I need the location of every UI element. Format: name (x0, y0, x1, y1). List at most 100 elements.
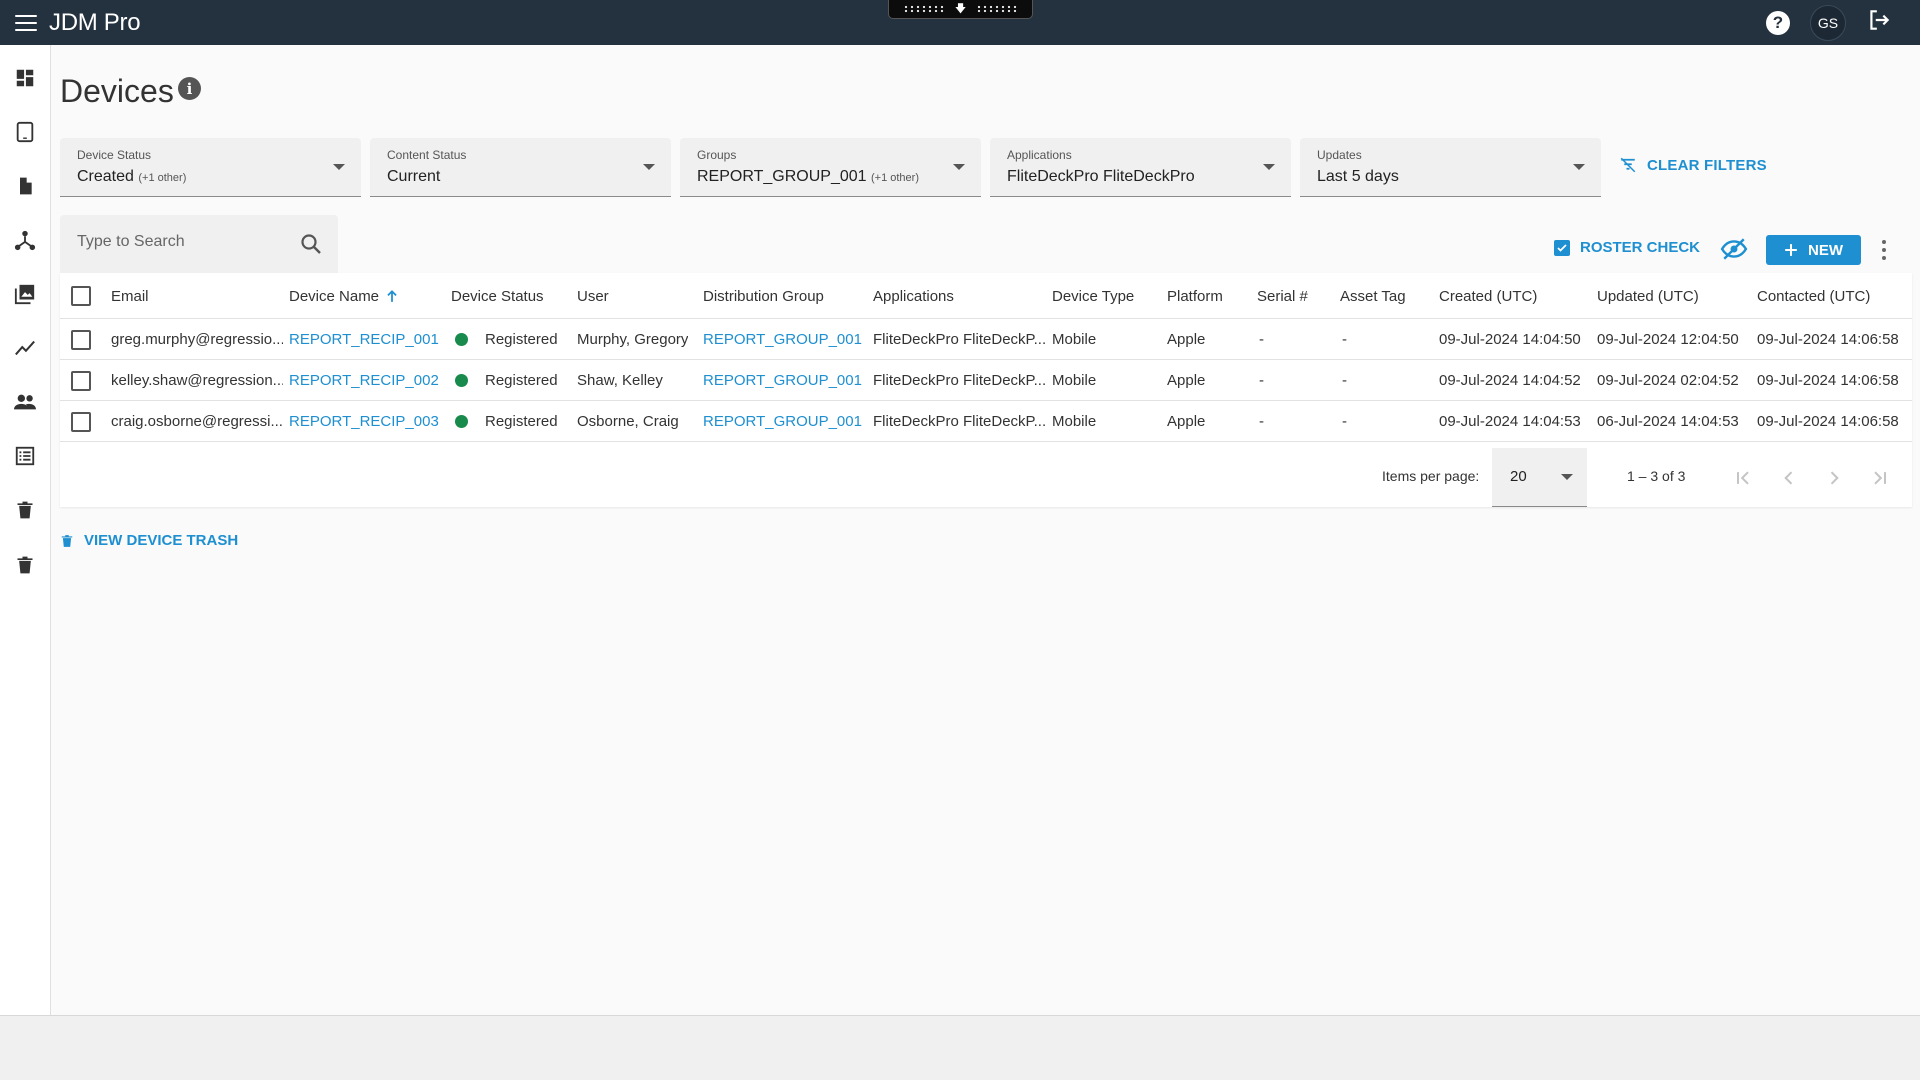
cell-platform: Apple (1167, 331, 1206, 348)
column-header-applications[interactable]: Applications (873, 273, 954, 319)
main-content: Devices i Device Status Created (+1 othe… (51, 45, 1920, 1015)
cell-updated: 09-Jul-2024 12:04:50 (1597, 331, 1739, 348)
view-device-trash-label: VIEW DEVICE TRASH (84, 532, 239, 549)
cell-device-name-link[interactable]: REPORT_RECIP_001 (289, 319, 439, 360)
sidebar-item-devices[interactable] (13, 120, 37, 144)
view-device-trash-link[interactable]: VIEW DEVICE TRASH (60, 532, 238, 549)
sidebar-item-dashboard[interactable] (13, 66, 37, 90)
cell-contacted: 09-Jul-2024 14:06:58 (1757, 372, 1899, 389)
filter-label: Content Status (387, 148, 467, 162)
filter-value: FliteDeckPro FliteDeckPro (1007, 168, 1195, 185)
table-row: craig.osborne@regressi... REPORT_RECIP_0… (60, 401, 1912, 442)
column-header-device-name[interactable]: Device Name (289, 273, 399, 319)
last-page-button[interactable] (1865, 463, 1895, 493)
row-checkbox[interactable] (71, 329, 91, 350)
filter-device-status[interactable]: Device Status Created (+1 other) (60, 138, 361, 197)
avatar[interactable]: GS (1810, 4, 1846, 41)
arrow-down-icon: 🡇 (954, 2, 967, 15)
row-checkbox[interactable] (71, 370, 91, 391)
filter-value: Created (+1 other) (77, 168, 187, 185)
cell-group-link[interactable]: REPORT_GROUP_001 (703, 401, 862, 442)
cell-group-link[interactable]: REPORT_GROUP_001 (703, 319, 862, 360)
page-title: Devices (60, 73, 174, 109)
next-page-button[interactable] (1819, 463, 1849, 493)
column-header-contacted[interactable]: Contacted (UTC) (1757, 273, 1870, 319)
column-header-device-status[interactable]: Device Status (451, 273, 544, 319)
filter-applications[interactable]: Applications FliteDeckPro FliteDeckPro (990, 138, 1291, 197)
row-checkbox[interactable] (71, 411, 91, 432)
column-header-distribution-group[interactable]: Distribution Group (703, 273, 824, 319)
filter-off-icon (1620, 157, 1636, 173)
page-range: 1 – 3 of 3 (1627, 468, 1686, 484)
cell-device-name-link[interactable]: REPORT_RECIP_002 (289, 360, 439, 401)
sidebar-item-trash[interactable] (13, 498, 37, 522)
more-options-icon[interactable] (1879, 238, 1889, 262)
filter-updates[interactable]: Updates Last 5 days (1300, 138, 1601, 197)
document-icon (20, 177, 32, 195)
caret-down-icon (333, 164, 345, 170)
sidebar-item-media[interactable] (13, 282, 37, 306)
sidebar-item-lists[interactable] (13, 444, 37, 468)
cell-device-type: Mobile (1052, 372, 1097, 389)
cell-device-name-link[interactable]: REPORT_RECIP_003 (289, 401, 439, 442)
drag-handle[interactable]: 🡇 (888, 0, 1033, 19)
first-page-button[interactable] (1728, 463, 1758, 493)
status-text: Registered (485, 413, 558, 430)
sidebar (0, 45, 51, 1015)
column-header-user[interactable]: User (577, 273, 609, 319)
cell-asset-tag: - (1342, 331, 1347, 348)
clear-filters-button[interactable]: CLEAR FILTERS (1619, 156, 1767, 174)
previous-page-button[interactable] (1774, 463, 1804, 493)
sidebar-item-documents[interactable] (13, 174, 37, 198)
trash-icon (17, 556, 33, 574)
column-header-asset-tag[interactable]: Asset Tag (1340, 273, 1406, 319)
column-header-serial[interactable]: Serial # (1257, 273, 1308, 319)
search-icon[interactable] (299, 232, 323, 256)
info-icon[interactable]: i (178, 77, 201, 100)
sidebar-item-distribution[interactable] (13, 228, 37, 252)
help-icon[interactable]: ? (1766, 10, 1790, 35)
column-header-device-type[interactable]: Device Type (1052, 273, 1134, 319)
list-icon (15, 446, 35, 466)
cell-device-status: Registered (455, 360, 558, 401)
filter-content-status[interactable]: Content Status Current (370, 138, 671, 197)
search-input[interactable] (77, 233, 287, 251)
grip-dots-icon (902, 5, 945, 13)
column-header-updated[interactable]: Updated (UTC) (1597, 273, 1699, 319)
cell-device-status: Registered (455, 401, 558, 442)
tablet-icon (16, 121, 34, 143)
hide-columns-button[interactable] (1720, 236, 1748, 267)
filter-label: Updates (1317, 148, 1362, 162)
select-all-checkbox[interactable] (71, 286, 91, 306)
sidebar-item-trash-2[interactable] (13, 553, 37, 577)
filter-label: Groups (697, 148, 737, 162)
column-header-platform[interactable]: Platform (1167, 273, 1223, 319)
items-per-page-select[interactable]: 20 (1492, 448, 1587, 507)
column-header-created[interactable]: Created (UTC) (1439, 273, 1537, 319)
app-title: JDM Pro (49, 8, 141, 36)
cell-group-link[interactable]: REPORT_GROUP_001 (703, 360, 862, 401)
caret-down-icon (1573, 164, 1585, 170)
logout-icon[interactable] (1866, 7, 1892, 38)
plus-icon (1785, 244, 1797, 256)
caret-down-icon (1263, 164, 1275, 170)
search-box (60, 215, 338, 274)
caret-down-icon (1561, 474, 1573, 480)
cell-applications: FliteDeckPro FliteDeckP... (873, 331, 1045, 348)
sidebar-item-users[interactable] (13, 390, 37, 414)
cell-email: kelley.shaw@regression... (111, 372, 283, 389)
visibility-off-icon (1720, 238, 1748, 260)
status-dot-icon (455, 374, 468, 387)
sidebar-item-reports[interactable] (13, 336, 37, 360)
new-device-button[interactable]: NEW (1766, 235, 1861, 265)
roster-check-button[interactable]: ROSTER CHECK (1554, 239, 1700, 256)
chevron-left-icon (1784, 471, 1793, 485)
table-row: greg.murphy@regressio... REPORT_RECIP_00… (60, 319, 1912, 360)
roster-check-label: ROSTER CHECK (1580, 239, 1701, 256)
column-header-email[interactable]: Email (111, 273, 149, 319)
cell-created: 09-Jul-2024 14:04:53 (1439, 413, 1581, 430)
hamburger-menu-icon[interactable] (15, 14, 37, 31)
filter-groups[interactable]: Groups REPORT_GROUP_001 (+1 other) (680, 138, 981, 197)
table-row: kelley.shaw@regression... REPORT_RECIP_0… (60, 360, 1912, 401)
cell-serial: - (1259, 372, 1264, 389)
